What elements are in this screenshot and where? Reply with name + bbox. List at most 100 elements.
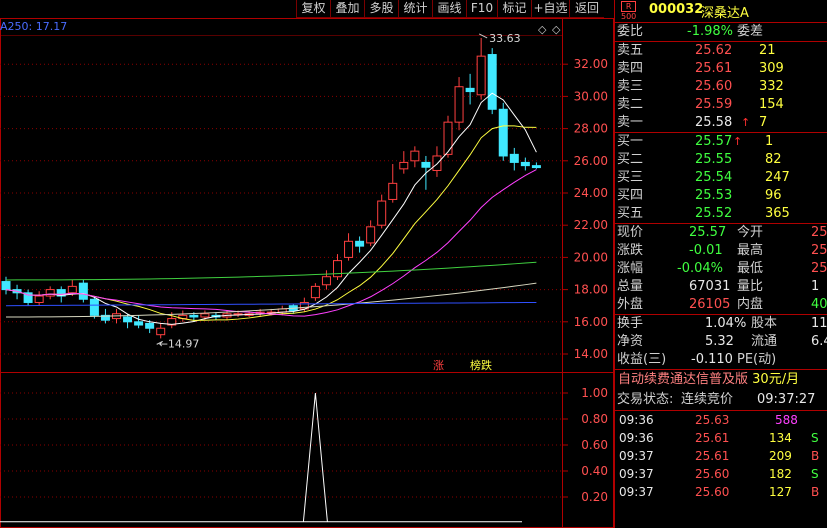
candle-body — [443, 121, 453, 155]
candle-body — [476, 55, 486, 96]
candle-body — [454, 86, 464, 123]
candle-body — [410, 150, 420, 162]
tick-price: 25.61 — [695, 431, 730, 445]
vol-tick-label: 0.40 — [581, 464, 608, 478]
stock-code[interactable]: 000032 — [649, 2, 703, 17]
candle-body — [388, 182, 398, 200]
stat-label: 外盘 — [617, 297, 644, 312]
y-tick-label: 20.00 — [574, 250, 608, 264]
bid-row: 买五 25.52 365 — [615, 205, 827, 223]
bid-book: 买一 25.57 1 ↑ 买二 25.55 82 买三 25.54 247 买四 25.53 96 买五 2… — [615, 133, 827, 223]
tick-list[interactable]: 09:36 25.63 588 09:36 25.61 134 S 09:37 25.61 209… — [615, 411, 827, 501]
stat-value: 25.57 — [689, 225, 727, 240]
candle-body — [377, 200, 387, 226]
candle-body — [344, 240, 354, 258]
draw-line-button[interactable]: 画线 — [432, 0, 466, 18]
stat-value: 409 — [811, 297, 827, 312]
stat-label: 量比 — [737, 279, 764, 294]
candle-body — [200, 313, 210, 318]
bid-volume: 1 — [765, 134, 774, 149]
up-arrow-icon: ↑ — [733, 135, 743, 148]
ma20-line — [5, 169, 537, 317]
tick-volume: 134 — [769, 431, 792, 445]
add-watchlist-button[interactable]: +自选 — [531, 0, 569, 18]
overlay-button[interactable]: 叠加 — [330, 0, 364, 18]
multi-stock-button[interactable]: 多股 — [364, 0, 398, 18]
stat-row: 外盘 26105 内盘 409 — [615, 296, 827, 314]
stat-label: 现价 — [617, 225, 644, 240]
candle-body — [189, 314, 199, 318]
bid-row: 买一 25.57 1 ↑ — [615, 133, 827, 151]
indicator-spike — [302, 392, 328, 522]
stat-value: 1 — [811, 279, 820, 294]
tick-side: B — [811, 449, 820, 463]
tick-row: 09:37 25.60 127 B — [615, 483, 827, 501]
y-tick-label: 32.00 — [574, 57, 608, 71]
ask-volume: 7 — [759, 115, 768, 130]
candle-body — [399, 161, 409, 170]
tag-zhang: 涨 — [433, 359, 444, 372]
renewal-notice[interactable]: 自动续费通达信普及版 30元/月 — [615, 370, 827, 390]
mark-button[interactable]: 标记 — [497, 0, 531, 18]
stat-label: 收益(三) — [617, 352, 667, 367]
stat-row: 净资 5.32 流通 6.49 — [615, 333, 827, 351]
stat-row: 涨幅 -0.04% 最低 25 — [615, 260, 827, 278]
tick-volume: 209 — [769, 449, 792, 463]
r-badge: R 500 — [621, 1, 637, 21]
y-tick-label: 24.00 — [574, 186, 608, 200]
stat-label: PE(动) — [737, 352, 777, 367]
candle-body — [321, 276, 331, 286]
tick-price: 25.60 — [695, 467, 730, 481]
bid-price: 25.55 — [695, 152, 733, 167]
candle-body — [531, 165, 541, 169]
diamond-icon: ◇ — [538, 23, 547, 36]
restore-rights-button[interactable]: 复权 — [296, 0, 330, 18]
stat-row: 收益(三) -0.110 PE(动) — [615, 351, 827, 369]
stat-value: 25 — [811, 261, 827, 276]
bid-label: 买三 — [617, 170, 644, 185]
stat-value: -0.110 — [691, 352, 733, 367]
bid-volume: 96 — [765, 188, 782, 203]
tick-time: 09:37 — [619, 485, 654, 499]
ask-volume: 332 — [759, 79, 784, 94]
tick-volume: 588 — [775, 413, 798, 427]
stat-label: 内盘 — [737, 297, 764, 312]
ma250-line — [5, 301, 537, 307]
weibi-row: 委比 -1.98% 委差 — [617, 24, 764, 39]
bid-price: 25.53 — [695, 188, 733, 203]
bid-label: 买四 — [617, 188, 644, 203]
kline-chart[interactable]: 32.00 30.00 28.00 26.00 24.00 22.00 20.00 18.00… — [0, 0, 614, 528]
candle-body — [366, 226, 376, 244]
tag-die: 跌 — [481, 358, 492, 372]
f10-button[interactable]: F10 — [466, 0, 497, 18]
candle-body — [67, 285, 77, 294]
stat-row: 涨跌 -0.01 最高 25 — [615, 242, 827, 260]
stat-row: 现价 25.57 今开 25 — [615, 224, 827, 242]
stock-header: R 500 000032 深桑达A — [615, 0, 827, 22]
y-tick-label: 22.00 — [574, 218, 608, 232]
bid-row: 买四 25.53 96 — [615, 187, 827, 205]
ma60-line — [5, 261, 537, 281]
stock-name[interactable]: 深桑达A — [701, 2, 749, 21]
stat-label: 最高 — [737, 243, 764, 258]
bid-volume: 82 — [765, 152, 782, 167]
diamond-icon: ◇ — [552, 23, 561, 36]
ask-row: 卖二 25.59 154 — [615, 96, 827, 114]
stat-label: 今开 — [737, 225, 764, 240]
bid-volume: 365 — [765, 206, 790, 221]
tick-side: S — [811, 467, 819, 481]
high-label: 33.63 — [489, 32, 521, 45]
back-button[interactable]: 返回 — [569, 0, 604, 18]
stat-value: 6.49 — [811, 334, 827, 349]
tick-time: 09:37 — [619, 449, 654, 463]
price-link[interactable]: 30元/月 — [752, 372, 799, 387]
statistics-button[interactable]: 统计 — [398, 0, 432, 18]
ask-price: 25.59 — [695, 97, 733, 112]
candle-body — [310, 285, 320, 299]
ask-row: 卖五 25.62 21 — [615, 42, 827, 60]
chart-frame — [0, 18, 614, 528]
stat-value: -0.04% — [677, 261, 723, 276]
candle-body — [156, 327, 166, 336]
bid-row: 买三 25.54 247 — [615, 169, 827, 187]
ma-label: A250: 17.17 — [0, 20, 68, 33]
